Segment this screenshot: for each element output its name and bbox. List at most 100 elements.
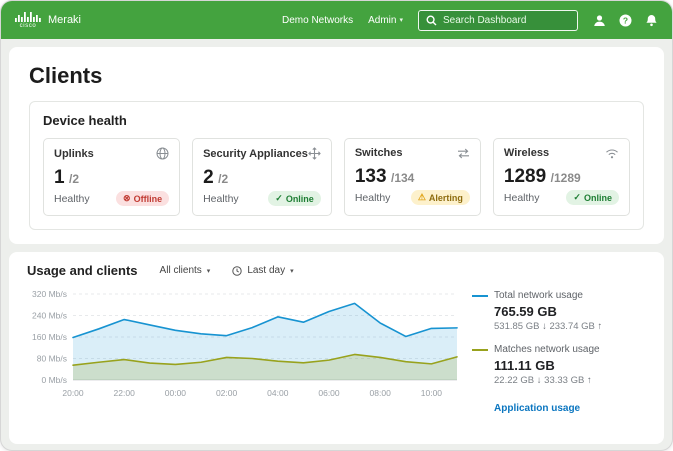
cisco-wordmark: cisco [19, 22, 37, 29]
total-usage-swatch-icon [472, 294, 488, 297]
admin-menu-label: Admin [368, 14, 397, 26]
chevron-down-icon: ▾ [206, 267, 211, 275]
download-total: 531.85 GB [494, 321, 540, 332]
online-check-icon: ✓ [275, 193, 283, 203]
clients-filter-dropdown[interactable]: All clients ▾ [160, 265, 211, 276]
card-label: Switches [354, 147, 403, 159]
legend-breakdown: 531.85 GB ↓ 233.74 GB ↑ [494, 321, 646, 332]
status-badge: ✓ Online [566, 190, 619, 205]
device-health-card-security-appliances[interactable]: Security Appliances 2 /2 Healthy ✓ Onlin… [192, 138, 332, 216]
healthy-label: Healthy [503, 191, 540, 204]
offline-icon: ⊗ [123, 193, 131, 203]
help-icon[interactable]: ? [619, 14, 632, 27]
device-health-card-uplinks[interactable]: Uplinks 1 /2 Healthy ⊗ Offline [43, 138, 181, 216]
total-count: /2 [218, 172, 229, 186]
badge-text: Offline [133, 193, 163, 204]
card-label: Uplinks [54, 147, 94, 160]
search-input[interactable] [443, 14, 570, 26]
search-icon [426, 14, 437, 26]
network-selector[interactable]: Demo Networks [282, 15, 353, 26]
matches-usage-swatch-icon [472, 348, 488, 351]
device-health-card-wireless[interactable]: Wireless 1289 /1289 Healthy ✓ Online [492, 138, 630, 216]
main-content: Clients Device health Uplinks 1 /2 Healt… [1, 39, 672, 450]
download-arrow-icon: ↓ [542, 321, 547, 332]
healthy-count: 1 [54, 167, 65, 188]
cisco-logo-icon: cisco [15, 11, 41, 29]
brand-logo[interactable]: cisco Meraki [15, 11, 82, 29]
online-check-icon: ✓ [573, 192, 581, 202]
clock-icon [232, 265, 243, 276]
time-range-label: Last day [247, 265, 286, 276]
legend-value: 765.59 GB [494, 304, 557, 319]
legend-value: 111.11 GB [494, 358, 555, 373]
usage-and-clients-card: Usage and clients All clients ▾ Last day… [9, 252, 664, 444]
globe-icon [156, 147, 169, 160]
top-navigation-bar: cisco Meraki Demo Networks Admin ▾ Searc… [1, 1, 672, 39]
device-health-panel: Device health Uplinks 1 /2 Healthy ⊗ Off… [29, 101, 644, 230]
device-health-cards: Uplinks 1 /2 Healthy ⊗ Offline Security … [43, 138, 630, 216]
network-selector-label: Demo Networks [281, 14, 354, 26]
alert-warning-icon: ⚠ [417, 192, 426, 202]
device-health-title: Device health [43, 113, 127, 128]
chevron-down-icon: ▾ [399, 17, 403, 24]
upload-arrow-icon: ↑ [597, 321, 603, 332]
upload-arrow-icon: ↑ [586, 375, 592, 386]
svg-text:240 Mb/s: 240 Mb/s [32, 311, 67, 321]
legend-breakdown: 22.22 GB ↓ 33.33 GB ↑ [494, 375, 646, 386]
svg-text:08:00: 08:00 [370, 388, 392, 398]
svg-text:06:00: 06:00 [318, 388, 340, 398]
clients-card: Clients Device health Uplinks 1 /2 Healt… [9, 47, 664, 244]
topbar-right-group: Demo Networks Admin ▾ Search Dashboard ? [282, 9, 658, 31]
usage-chart: 0 Mb/s 80 Mb/s 160 Mb/s 240 Mb/s 320 Mb/s 20:… [32, 289, 458, 398]
healthy-count: 133 [354, 166, 387, 187]
topbar-icons: ? [593, 14, 658, 27]
chevron-down-icon: ▾ [290, 267, 294, 275]
healthy-label: Healthy [203, 192, 239, 205]
admin-menu[interactable]: Admin ▾ [368, 15, 403, 26]
search-box[interactable] [418, 9, 578, 31]
svg-text:20:00: 20:00 [62, 388, 84, 398]
card-label: Security Appliances [203, 147, 308, 160]
status-badge: ⚠ Alerting [410, 190, 470, 205]
healthy-count: 1289 [503, 166, 547, 187]
time-range-dropdown[interactable]: Last day ▾ [232, 265, 294, 276]
switch-arrows-icon [457, 148, 470, 159]
svg-text:10:00: 10:00 [421, 388, 443, 398]
card-label: Wireless [503, 147, 550, 159]
svg-text:80 Mb/s: 80 Mb/s [37, 354, 67, 364]
meraki-wordmark: Meraki [48, 14, 82, 26]
svg-text:00:00: 00:00 [165, 388, 187, 398]
page-title: Clients [29, 63, 103, 88]
svg-text:160 Mb/s: 160 Mb/s [32, 332, 67, 342]
status-badge: ✓ Online [268, 191, 321, 206]
download-total: 22.22 GB [494, 375, 535, 386]
legend-name: Total network usage [494, 290, 583, 301]
healthy-label: Healthy [54, 192, 90, 205]
legend-name: Matches network usage [494, 344, 600, 355]
svg-text:320 Mb/s: 320 Mb/s [32, 289, 67, 299]
upload-total: 33.33 GB [544, 375, 585, 386]
total-count: /134 [390, 171, 415, 185]
status-badge: ⊗ Offline [116, 191, 170, 206]
svg-text:?: ? [623, 15, 628, 25]
meraki-dashboard: cisco Meraki Demo Networks Admin ▾ Searc… [0, 0, 673, 451]
user-account-icon[interactable] [593, 14, 606, 27]
svg-text:04:00: 04:00 [267, 388, 289, 398]
badge-text: Online [583, 192, 612, 203]
svg-text:02:00: 02:00 [216, 388, 238, 398]
security-appliance-icon [308, 147, 321, 160]
download-arrow-icon: ↓ [536, 375, 542, 386]
application-usage-link[interactable]: Application usage [494, 403, 580, 414]
upload-total: 233.74 GB [549, 321, 595, 332]
notifications-bell-icon[interactable] [645, 14, 658, 27]
svg-text:0 Mb/s: 0 Mb/s [41, 375, 67, 385]
legend-total-network-usage: Total network usage 765.59 GB 531.85 GB … [472, 290, 646, 332]
badge-text: Online [285, 193, 314, 204]
clients-filter-label: All clients [159, 265, 202, 276]
usage-chart-area: 0 Mb/s 80 Mb/s 160 Mb/s 240 Mb/s 320 Mb/s 20:… [27, 286, 468, 416]
wifi-icon [605, 148, 619, 159]
legend-matches-network-usage: Matches network usage 111.11 GB 22.22 GB… [472, 344, 646, 386]
healthy-label: Healthy [354, 191, 391, 204]
device-health-card-switches[interactable]: Switches 133 /134 Healthy ⚠ Alerting [343, 138, 481, 216]
chart-legend: Total network usage 765.59 GB 531.85 GB … [468, 286, 646, 416]
